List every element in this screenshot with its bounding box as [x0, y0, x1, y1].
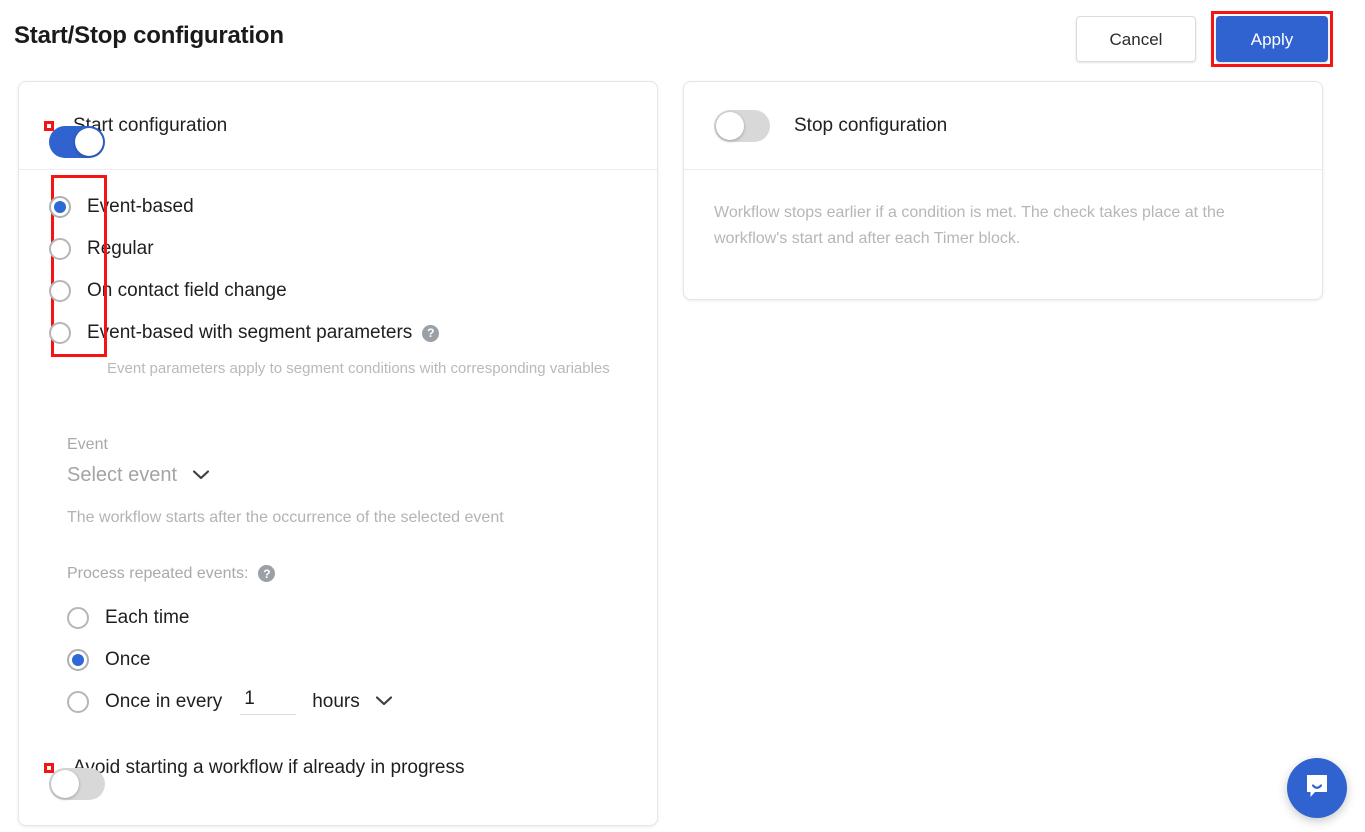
radio-each-time[interactable]	[67, 606, 89, 629]
radio-label-once-in-every: Once in every	[105, 690, 223, 712]
radio-row-event-based[interactable]: Event-based	[49, 186, 657, 228]
repeat-section-label: Process repeated events: ?	[67, 565, 657, 583]
help-icon-segment-parameters[interactable]: ?	[422, 324, 440, 342]
stop-configuration-toggle[interactable]	[714, 109, 770, 142]
radio-label-event-based: Event-based	[87, 196, 194, 217]
help-icon-repeated-events[interactable]: ?	[258, 565, 276, 583]
radio-on-contact-field-change[interactable]	[49, 280, 71, 302]
radio-once-in-every[interactable]	[67, 690, 89, 713]
stop-configuration-label: Stop configuration	[794, 114, 948, 136]
radio-label-each-time: Each time	[105, 606, 190, 628]
stop-toggle-knob	[716, 111, 744, 140]
stop-configuration-card: Stop configuration Workflow stops earlie…	[683, 81, 1323, 300]
page-title: Start/Stop configuration	[14, 22, 284, 49]
radio-row-event-based-segment-params[interactable]: Event-based with segment parameters ?	[49, 312, 657, 354]
radio-label-event-based-segment-params: Event-based with segment parameters	[87, 322, 413, 343]
stop-card-header: Stop configuration	[684, 82, 1322, 170]
repeat-section: Process repeated events: ? Each time Onc…	[19, 565, 657, 723]
radio-label-on-contact-field-change: On contact field change	[87, 280, 287, 301]
chat-bubble-icon	[1302, 771, 1332, 806]
avoid-start-label: Avoid starting a workflow if already in …	[73, 756, 465, 778]
radio-row-once-in-every[interactable]: Once in every hours	[67, 681, 657, 723]
radio-label-once: Once	[105, 648, 151, 670]
repeat-radio-group: Each time Once Once in every hours	[67, 597, 657, 723]
avoid-start-row: Avoid starting a workflow if already in …	[19, 756, 657, 800]
radio-event-based[interactable]	[49, 196, 71, 218]
radio-event-based-segment-params[interactable]	[49, 322, 71, 344]
radio-regular[interactable]	[49, 238, 71, 260]
trigger-type-radio-group: Event-based Regular On contact field cha…	[19, 170, 657, 354]
radio-row-each-time[interactable]: Each time	[67, 597, 657, 639]
chevron-down-icon-event	[192, 468, 210, 483]
stop-description: Workflow stops earlier if a condition is…	[714, 204, 1225, 247]
interval-value-input[interactable]	[240, 688, 297, 716]
event-description: The workflow starts after the occurrence…	[67, 508, 504, 526]
chevron-down-icon-unit[interactable]	[375, 694, 392, 709]
repeat-label-text: Process repeated events:	[67, 564, 249, 582]
apply-button[interactable]: Apply	[1216, 16, 1328, 62]
event-select-value: Select event	[67, 463, 178, 486]
header-actions: Cancel Apply	[1076, 11, 1333, 67]
segment-parameters-hint: Event parameters apply to segment condit…	[107, 360, 610, 377]
avoid-toggle-knob	[51, 769, 79, 798]
start-configuration-card: Start configuration Event-based Regular …	[18, 81, 658, 826]
radio-row-regular[interactable]: Regular	[49, 228, 657, 270]
radio-row-on-contact-field-change[interactable]: On contact field change	[49, 270, 657, 312]
chat-launcher-button[interactable]	[1287, 758, 1347, 818]
apply-button-highlight: Apply	[1211, 11, 1333, 67]
toggle-knob	[75, 127, 103, 156]
event-section: Event Select event The workflow starts a…	[19, 436, 657, 527]
start-card-header: Start configuration	[19, 82, 657, 170]
stop-card-body: Workflow stops earlier if a condition is…	[684, 170, 1322, 251]
event-field-label: Event	[67, 435, 108, 453]
start-stop-configuration-page: Start/Stop configuration Cancel Apply St…	[0, 0, 1365, 832]
event-select[interactable]: Select event	[67, 464, 657, 487]
cancel-button[interactable]: Cancel	[1076, 16, 1196, 62]
radio-once[interactable]	[67, 648, 89, 671]
interval-unit-value: hours	[312, 690, 360, 712]
radio-row-once[interactable]: Once	[67, 639, 657, 681]
